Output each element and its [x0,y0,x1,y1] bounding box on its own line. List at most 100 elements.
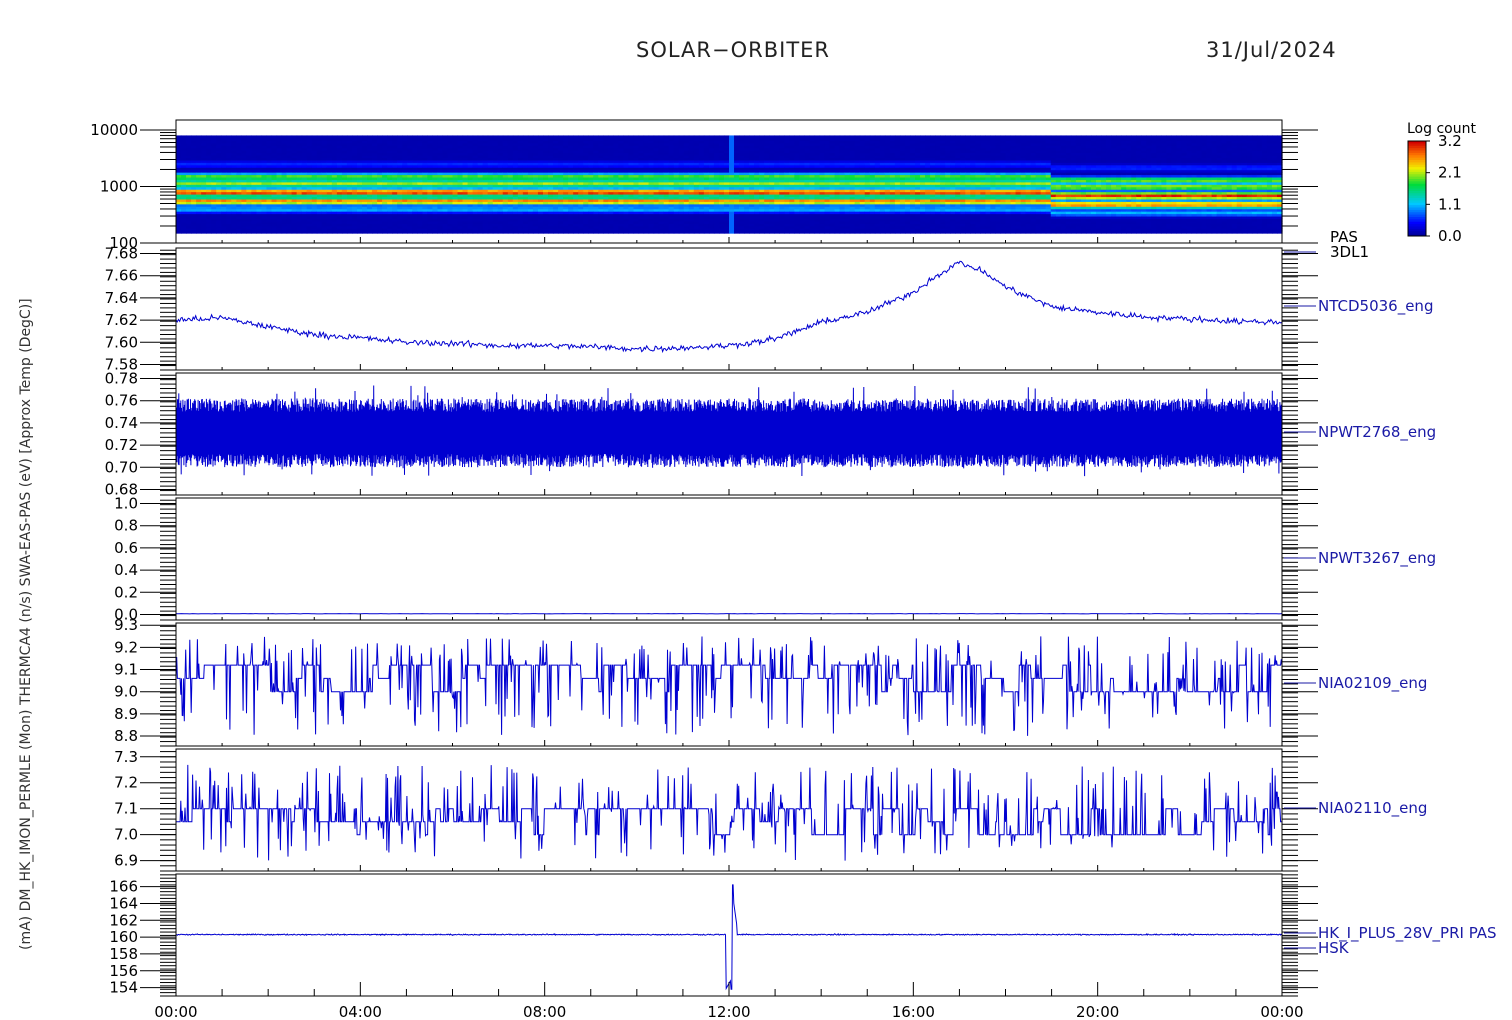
spectrogram-cell [286,135,293,139]
spectrogram-cell [492,135,499,139]
spectrogram-cell [784,135,790,139]
spectrogram-cell [211,135,217,139]
spectrogram-cell [372,135,378,139]
spectrogram-cell [256,135,263,139]
spectrogram-cell [618,135,625,139]
spectrogram-cell [623,135,630,139]
spectrogram-cell [266,135,273,139]
spectrogram-cell [402,135,408,139]
spectrogram-cell [176,135,182,139]
spectrogram-cell [744,135,750,139]
spectrogram-cell [633,135,640,139]
spectrogram-cell [663,135,670,139]
spectrogram-cell [713,135,720,139]
spectrogram-cell [542,135,549,139]
spectrogram-cell [377,135,383,139]
spectrogram-cell [512,135,519,139]
spectrogram-cell [568,135,574,139]
spectrogram-cell [296,135,303,139]
spectrogram-cell [593,135,599,139]
spectrogram-cell [276,135,283,139]
spectrogram-cell [613,135,619,139]
spectrogram-cell [517,135,524,139]
spectrogram-cell [316,135,323,139]
spectrogram-cell [653,135,660,139]
spectrogram-cell [638,135,645,139]
spectrogram-cell [764,135,770,139]
spectrogram-cell [658,135,665,139]
spectrogram-cell [588,135,594,139]
spectrogram-cell [356,135,363,139]
spectrogram-cell [417,135,423,139]
spectrogram-cell [462,135,469,139]
spectrogram-cell [326,135,333,139]
spectrogram-cell [739,135,745,139]
spectrogram-cell [698,135,705,139]
spectrogram-cell [774,135,780,139]
spectrogram [176,135,1283,234]
spectrogram-cell [351,135,358,139]
spectrogram-cell [734,135,740,139]
spectrogram-cell [392,135,398,139]
spectrogram-cell [749,135,755,139]
spectrogram-cell [221,135,227,139]
spectrogram-cell [226,135,232,139]
spectrogram-cell [447,135,454,139]
spectrogram-cell [532,135,539,139]
spectrogram-cell [759,135,765,139]
spectrogram-cell [311,135,318,139]
spectrogram-cell [668,135,675,139]
spectrogram-cell [407,135,413,139]
panel-pas-3dl1: Log count3.22.11.10.0100001000100 PAS3DL1 [90,119,1476,261]
spectrogram-cell [553,135,559,139]
spectrogram-cell [558,135,564,139]
spectrogram-cell [628,135,635,139]
spectrogram-cell [688,135,695,139]
spectrogram-cell [362,135,368,139]
spectrogram-cell [723,135,730,139]
spectrogram-cell [231,135,237,139]
spectrogram-cell [397,135,403,139]
spectrogram-cell [281,135,288,139]
spectrogram-cell [422,135,428,139]
spectrogram-cell [457,135,464,139]
spectrogram-cell [236,135,242,139]
spectrogram-cell [432,135,439,139]
spectrogram-cell [367,135,373,139]
spectrogram-cell [382,135,388,139]
spectrogram-cell [648,135,655,139]
spectrogram-cell [216,135,222,139]
spectrogram-cell [196,135,202,139]
spectrogram-cell [482,135,489,139]
spectrogram-cell [683,135,690,139]
stacked-time-series-figure: Log count3.22.11.10.0100001000100 PAS3DL1… [90,119,1497,1020]
spectrogram-cell [769,135,775,139]
spectrogram-cell [573,135,579,139]
spectrogram-cell [794,135,800,139]
spectrogram-cell [502,135,509,139]
spectrogram-cell [251,135,258,139]
spectrogram-cell [206,135,212,139]
spectrogram-cell [186,135,192,139]
spectrogram-cell [703,135,710,139]
spectrogram-cell [548,135,554,139]
spectrogram-cell [261,135,268,139]
spectrogram-cell [754,135,760,139]
spectrogram-cell [708,135,715,139]
spectrogram-cell [452,135,459,139]
spectrogram-cell [472,135,479,139]
spectrogram-cell [563,135,569,139]
spectrogram-cell [608,135,614,139]
spectrogram-cell [583,135,589,139]
spectrogram-cell [341,135,348,139]
spectrogram-cell [271,135,278,139]
spectrogram-cell [578,135,584,139]
spectrogram-cell [477,135,484,139]
spectrogram-cell [331,135,338,139]
spectrogram-cell [301,135,308,139]
spectrogram-cell [598,135,604,139]
spectrogram-cell [467,135,474,139]
spectrogram-cell [643,135,650,139]
spectrogram-cell [729,135,735,139]
spectrogram-cell [779,135,785,139]
